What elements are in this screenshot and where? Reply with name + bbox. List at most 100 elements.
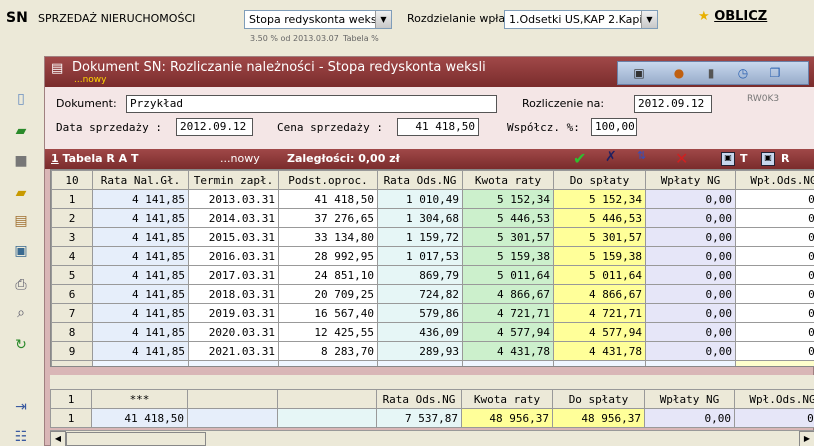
- cena-input[interactable]: 41 418,50: [397, 118, 479, 136]
- col-header[interactable]: Wpł.Ods.NG: [735, 170, 814, 190]
- table-cell[interactable]: 0,0: [735, 246, 814, 266]
- table-cell[interactable]: 2018.03.31: [188, 284, 279, 304]
- table-cell[interactable]: 1 017,53: [377, 246, 463, 266]
- table-cell[interactable]: 5 446,53: [553, 208, 646, 228]
- table-cell[interactable]: 579,86: [377, 303, 463, 323]
- table-cell[interactable]: 4 141,85: [92, 303, 189, 323]
- table-cell[interactable]: 0,00: [645, 322, 736, 342]
- data-sprzedazy-input[interactable]: 2012.09.12: [176, 118, 253, 136]
- table-cell[interactable]: 0,0: [735, 284, 814, 304]
- scroll-right-icon[interactable]: ▶: [799, 431, 814, 446]
- summary-cell[interactable]: 48 956,37: [461, 408, 553, 428]
- clear-icon[interactable]: ✗: [605, 149, 625, 169]
- table-cell[interactable]: 5 011,64: [553, 265, 646, 285]
- accept-icon[interactable]: ✔: [573, 149, 593, 169]
- col-header[interactable]: Rata Nal.Gł.: [92, 170, 189, 190]
- table-cell[interactable]: 41 418,50: [278, 189, 378, 209]
- table-cell[interactable]: 2013.03.31: [188, 189, 279, 209]
- table-row[interactable]: 24 141,85 2014.03.31 37 276,65 1 304,68 5 44…: [51, 208, 814, 228]
- table-cell[interactable]: 4 141,85: [92, 322, 189, 342]
- table-cell[interactable]: 5 159,38: [462, 246, 554, 266]
- table-cell[interactable]: 1 304,68: [377, 208, 463, 228]
- table-cell[interactable]: 20 709,25: [278, 284, 378, 304]
- table-cell[interactable]: 4 577,94: [553, 322, 646, 342]
- oblicz-button[interactable]: ★ OBLICZ: [698, 9, 767, 24]
- table-cell[interactable]: 1 159,72: [377, 227, 463, 247]
- table-cell[interactable]: 5 011,64: [462, 265, 554, 285]
- table-cell[interactable]: 2022.03.31: [188, 360, 279, 366]
- horizontal-scrollbar[interactable]: ◀ ▶: [50, 430, 814, 446]
- open-folder-icon[interactable]: ▰: [12, 122, 30, 140]
- table-cell[interactable]: 0,00: [645, 360, 736, 366]
- table-cell[interactable]: 4 141,85: [92, 360, 189, 366]
- table-cell[interactable]: 2021.03.31: [188, 341, 279, 361]
- col-header[interactable]: Termin zapł.: [188, 170, 279, 190]
- table-cell[interactable]: 0,00: [645, 189, 736, 209]
- table-cell[interactable]: 8 283,70: [278, 341, 378, 361]
- table-cell[interactable]: 5 152,34: [553, 189, 646, 209]
- table-cell[interactable]: 4 431,78: [462, 341, 554, 361]
- table-row[interactable]: 54 141,85 2017.03.31 24 851,10 869,79 5 011,…: [51, 265, 814, 285]
- monitor-t-icon[interactable]: ▣: [721, 152, 735, 166]
- table-cell[interactable]: 0,00: [645, 303, 736, 323]
- table-cell[interactable]: 0,0: [735, 265, 814, 285]
- table-cell[interactable]: 144,96: [377, 360, 463, 366]
- split-select[interactable]: 1.Odsetki US,KAP 2.Kapitał ▼: [504, 10, 658, 29]
- chevron-down-icon[interactable]: ▼: [375, 11, 391, 28]
- table-cell[interactable]: 0,00: [645, 341, 736, 361]
- table-cell[interactable]: 24 851,10: [278, 265, 378, 285]
- summary-cell[interactable]: 48 956,37: [552, 408, 645, 428]
- col-header[interactable]: Podst.oproc.: [278, 170, 378, 190]
- table-cell[interactable]: 436,09: [377, 322, 463, 342]
- monitor-r-icon[interactable]: ▣: [761, 152, 775, 166]
- table-row[interactable]: 44 141,85 2016.03.31 28 992,95 1 017,53 5 15…: [51, 246, 814, 266]
- monitor-icon[interactable]: ▣: [630, 65, 648, 81]
- table-cell[interactable]: 4 866,67: [553, 284, 646, 304]
- rate-type-select[interactable]: Stopa redyskonta weksli ▼: [244, 10, 392, 29]
- table-row[interactable]: 104 141,852022.03.314 141,85144,964 286,…: [51, 360, 814, 366]
- table-cell[interactable]: 0,00: [645, 246, 736, 266]
- summary-cell[interactable]: 0,0: [734, 408, 814, 428]
- page-icon[interactable]: ▮: [702, 65, 720, 81]
- table-cell[interactable]: 5 159,38: [553, 246, 646, 266]
- refresh-icon[interactable]: ↻: [12, 336, 30, 354]
- col-header[interactable]: Do spłaty: [553, 170, 646, 190]
- table-cell[interactable]: 4 431,78: [553, 341, 646, 361]
- clipboard-icon[interactable]: ▤: [12, 212, 30, 230]
- table-row[interactable]: 34 141,85 2015.03.31 33 134,80 1 159,72 5 30…: [51, 227, 814, 247]
- table-cell[interactable]: 0,0: [735, 322, 814, 342]
- clock-icon[interactable]: ◷: [734, 65, 752, 81]
- table-cell[interactable]: 4 721,71: [462, 303, 554, 323]
- new-document-icon[interactable]: ▯: [12, 90, 30, 108]
- table-cell[interactable]: 289,93: [377, 341, 463, 361]
- table-cell[interactable]: 0,0: [735, 227, 814, 247]
- table-cell[interactable]: 2014.03.31: [188, 208, 279, 228]
- table-cell[interactable]: 2017.03.31: [188, 265, 279, 285]
- table-cell[interactable]: 16 567,40: [278, 303, 378, 323]
- table-cell[interactable]: 4 141,85: [92, 246, 189, 266]
- split-rows-icon[interactable]: ⇅: [637, 149, 661, 169]
- table-cell[interactable]: 4 141,85: [278, 360, 378, 366]
- table-cell[interactable]: 5 301,57: [462, 227, 554, 247]
- import-folder-icon[interactable]: ▰: [12, 184, 30, 202]
- summary-empty-cell[interactable]: [187, 408, 278, 428]
- summary-cell[interactable]: 0,00: [644, 408, 735, 428]
- table-cell[interactable]: 4 286,81: [553, 360, 646, 366]
- table-cell[interactable]: 4 577,94: [462, 322, 554, 342]
- table-cell[interactable]: 0,0: [735, 341, 814, 361]
- table-cell[interactable]: 5 446,53: [462, 208, 554, 228]
- preview-icon[interactable]: ⌕: [12, 304, 30, 322]
- copy-icon[interactable]: ❐: [766, 65, 784, 81]
- table-cell[interactable]: 1 010,49: [377, 189, 463, 209]
- table-cell[interactable]: 869,79: [377, 265, 463, 285]
- table-cell[interactable]: 0,0: [735, 189, 814, 209]
- stop-icon[interactable]: ■: [12, 152, 30, 170]
- table-cell[interactable]: 4 141,85: [92, 189, 189, 209]
- table-cell[interactable]: 724,82: [377, 284, 463, 304]
- wspolcz-input[interactable]: 100,00: [591, 118, 637, 136]
- table-cell[interactable]: 28 992,95: [278, 246, 378, 266]
- table-cell[interactable]: 0,0: [735, 303, 814, 323]
- table-cell[interactable]: 5 152,34: [462, 189, 554, 209]
- tree-expand-icon[interactable]: ☷: [12, 428, 30, 446]
- indent-right-icon[interactable]: ⇥: [12, 398, 30, 416]
